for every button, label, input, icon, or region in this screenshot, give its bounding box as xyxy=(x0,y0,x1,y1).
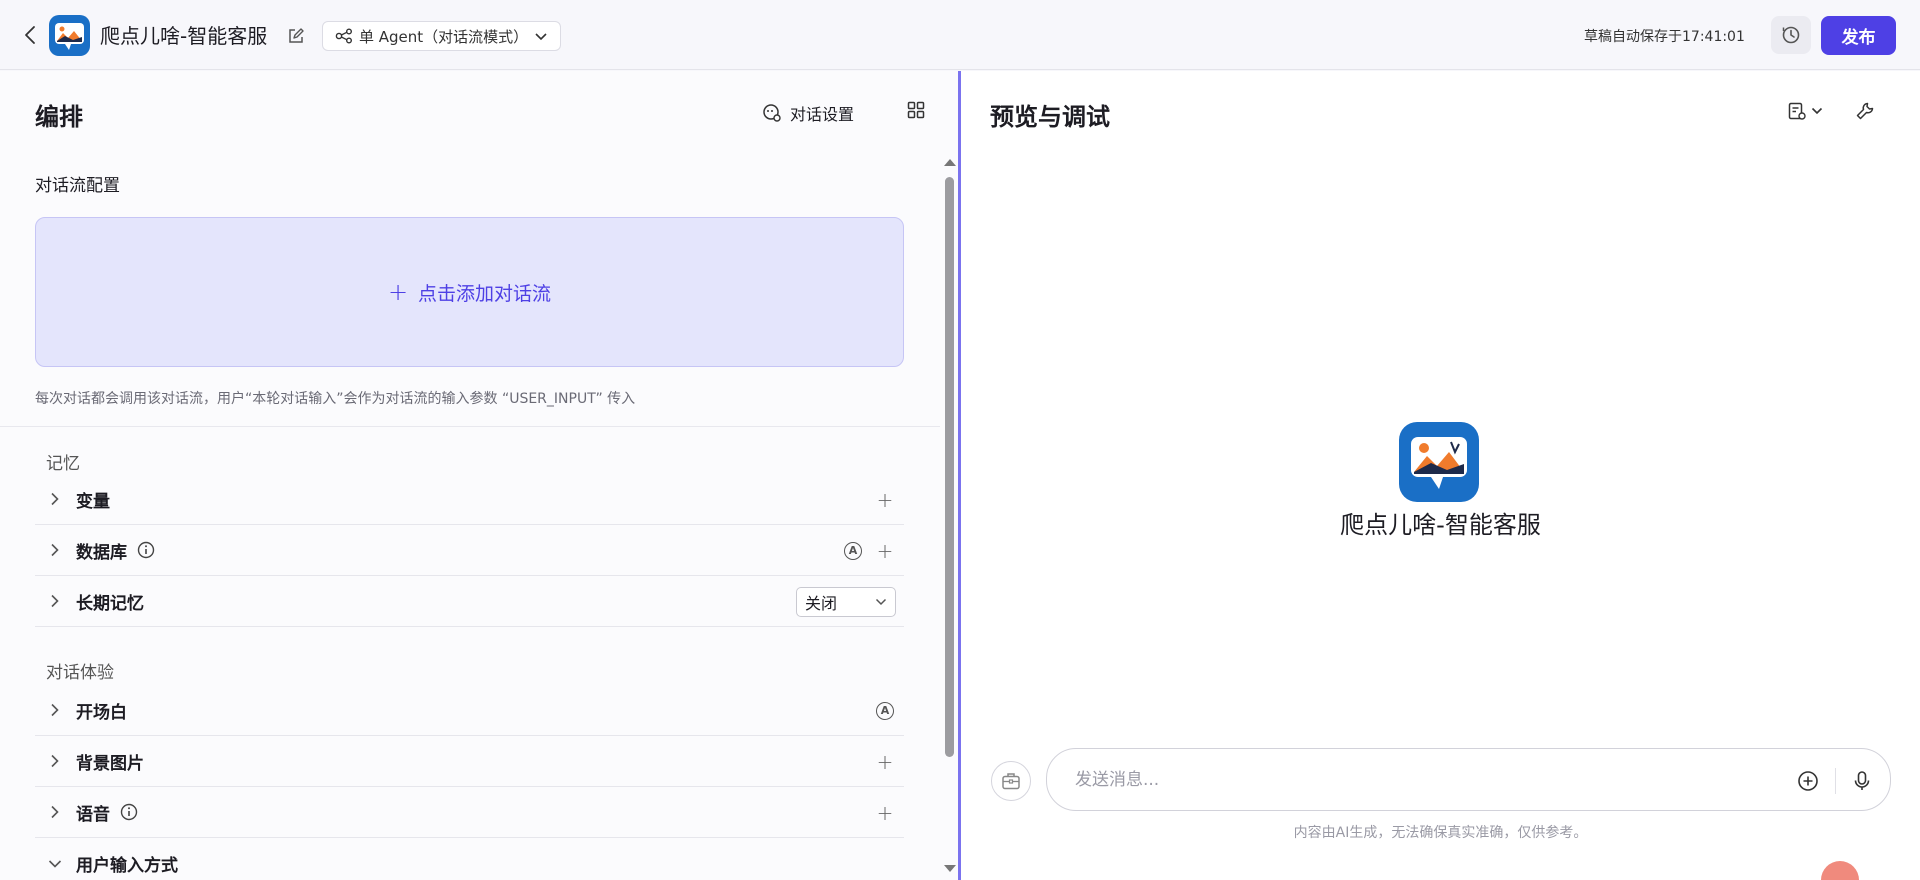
chat-settings-icon xyxy=(763,104,781,122)
memory-row-variables[interactable]: 变量 + xyxy=(35,474,904,525)
opening-label: 开场白 xyxy=(76,702,127,723)
scroll-thumb[interactable] xyxy=(945,177,954,757)
preview-title: 预览与调试 xyxy=(990,103,1110,131)
info-icon[interactable] xyxy=(120,803,138,821)
experience-group-label: 对话体验 xyxy=(46,663,114,683)
experience-row-input-method[interactable]: 用户输入方式 xyxy=(35,838,904,880)
orchestration-panel: 编排 对话设置 对话流配置 + 点击添加对话流 每次对话都会调用该对话流，用户“… xyxy=(0,71,958,880)
chevron-down-icon xyxy=(46,855,64,873)
history-button[interactable] xyxy=(1771,16,1811,54)
toolbox-button[interactable] xyxy=(991,761,1031,801)
assistant-bubble-icon[interactable] xyxy=(1821,861,1859,880)
voice-label: 语音 xyxy=(76,804,110,825)
actions-divider xyxy=(1835,767,1836,794)
input-method-label: 用户输入方式 xyxy=(76,856,178,876)
chevron-left-icon xyxy=(25,26,35,44)
message-input[interactable] xyxy=(1075,769,1715,790)
chevron-right-icon xyxy=(46,752,64,770)
scroll-down-arrow[interactable] xyxy=(944,865,956,872)
info-icon[interactable] xyxy=(137,541,155,559)
section-divider xyxy=(0,426,940,427)
experience-row-voice[interactable]: 语音 + xyxy=(35,787,904,838)
experience-row-opening[interactable]: 开场白 A xyxy=(35,685,904,736)
auto-icon: A xyxy=(844,541,862,560)
agent-mode-label: 单 Agent（对话流模式） xyxy=(359,27,529,46)
ai-disclaimer: 内容由AI生成，无法确保真实准确，仅供参考。 xyxy=(1293,825,1588,841)
history-icon xyxy=(1782,26,1800,44)
left-scrollbar[interactable] xyxy=(943,153,956,880)
save-status: 草稿自动保存于17:41:01 xyxy=(1584,29,1745,45)
memory-row-long-memory[interactable]: 长期记忆 关闭 xyxy=(35,576,904,627)
long-memory-value: 关闭 xyxy=(805,593,838,613)
add-voice-icon[interactable]: + xyxy=(876,801,894,825)
background-label: 背景图片 xyxy=(76,753,144,774)
add-variable-icon[interactable]: + xyxy=(876,488,894,512)
long-memory-label: 长期记忆 xyxy=(76,593,144,614)
microphone-icon[interactable] xyxy=(1852,770,1872,792)
chevron-down-icon xyxy=(1811,107,1823,115)
chat-settings-label: 对话设置 xyxy=(790,105,855,124)
chevron-right-icon xyxy=(46,592,64,610)
add-database-icon[interactable]: + xyxy=(876,539,894,563)
add-flow-label: 点击添加对话流 xyxy=(418,282,552,305)
plus-icon: + xyxy=(387,278,409,306)
flow-section-title: 对话流配置 xyxy=(35,176,120,196)
wrench-icon[interactable] xyxy=(1855,101,1875,121)
app-logo xyxy=(49,15,90,56)
add-attachment-icon[interactable] xyxy=(1797,770,1819,792)
chevron-right-icon xyxy=(46,701,64,719)
scroll-up-arrow[interactable] xyxy=(944,159,956,166)
publish-button[interactable]: 发布 xyxy=(1821,16,1896,55)
variables-label: 变量 xyxy=(76,491,110,512)
document-settings-icon xyxy=(1788,102,1806,120)
bot-avatar xyxy=(1399,422,1479,502)
message-input-container[interactable] xyxy=(1046,748,1891,811)
edit-icon[interactable] xyxy=(287,27,305,45)
preview-panel: 预览与调试 爬点儿啥-智能客服 内容由AI生成，无法确保真实准确，仅供参考。 xyxy=(961,71,1920,880)
bot-name: 爬点儿啥-智能客服 xyxy=(1340,511,1541,539)
chat-settings-button[interactable]: 对话设置 xyxy=(762,101,854,125)
memory-group-label: 记忆 xyxy=(46,454,80,474)
auto-icon: A xyxy=(876,701,894,720)
debug-log-button[interactable] xyxy=(1787,101,1823,121)
chevron-right-icon xyxy=(46,541,64,559)
flow-hint: 每次对话都会调用该对话流，用户“本轮对话输入”会作为对话流的输入参数 “USER… xyxy=(35,391,636,407)
add-flow-button[interactable]: + 点击添加对话流 xyxy=(35,217,904,367)
long-memory-select[interactable]: 关闭 xyxy=(796,586,896,617)
memory-row-database[interactable]: 数据库 A + xyxy=(35,525,904,576)
grid-icon[interactable] xyxy=(907,101,927,121)
experience-row-background[interactable]: 背景图片 + xyxy=(35,736,904,787)
agent-mode-select[interactable]: 单 Agent（对话流模式） xyxy=(322,21,562,51)
chevron-down-icon xyxy=(535,32,547,40)
toolbox-icon xyxy=(1002,773,1020,790)
chevron-down-icon xyxy=(875,598,887,605)
add-background-icon[interactable]: + xyxy=(876,750,894,774)
orchestration-title: 编排 xyxy=(35,103,83,131)
database-label: 数据库 xyxy=(76,542,127,563)
top-bar: 爬点儿啥-智能客服 单 Agent（对话流模式） 草稿自动保存于17:41:01… xyxy=(0,0,1920,70)
back-button[interactable] xyxy=(20,24,40,46)
app-title: 爬点儿啥-智能客服 xyxy=(100,24,268,48)
workflow-icon xyxy=(335,28,352,44)
chevron-right-icon xyxy=(46,803,64,821)
chevron-right-icon xyxy=(46,490,64,508)
